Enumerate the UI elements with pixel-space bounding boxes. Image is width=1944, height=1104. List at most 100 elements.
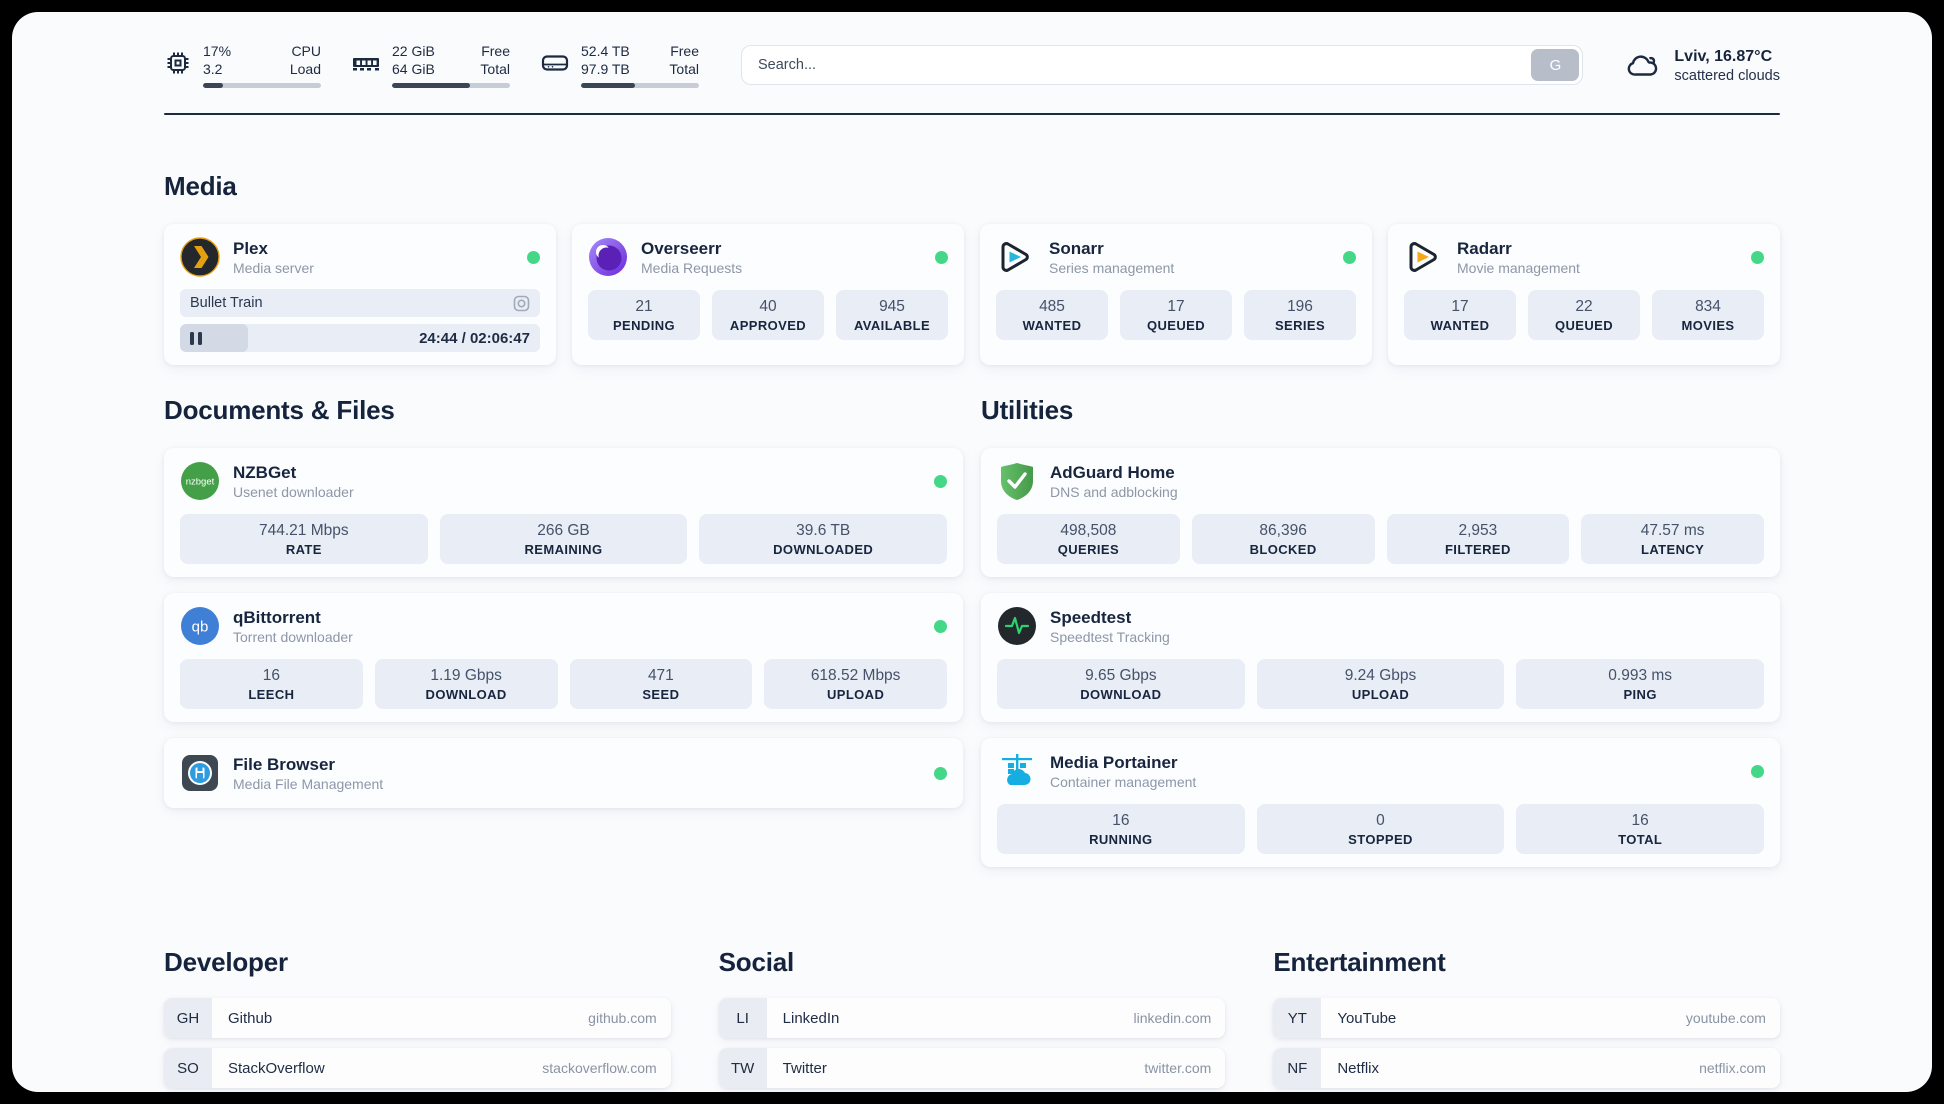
app-subtitle: Series management (1049, 259, 1175, 276)
app-name: Plex (233, 239, 268, 259)
storage-free-value: 52.4 TB (581, 42, 630, 59)
nzbget-card[interactable]: nzbget NZBGet Usenet downloader 744.21 M… (164, 448, 963, 577)
stat-pill: 0 STOPPED (1256, 804, 1505, 854)
sonarr-icon (996, 237, 1036, 277)
cpu-load-value: 3.2 (203, 61, 223, 77)
playback-time: 24:44 / 02:06:47 (419, 329, 530, 347)
app-name: NZBGet (233, 463, 297, 483)
documents-section-title: Documents & Files (164, 395, 395, 425)
status-online-dot (1751, 764, 1764, 778)
storage-free-label: Free (670, 42, 699, 59)
status-online-dot (1343, 250, 1356, 264)
stat-pill: 744.21 Mbps RATE (180, 514, 428, 564)
stat-pill: 22 QUEUED (1528, 290, 1640, 340)
sonarr-card[interactable]: Sonarr Series management 485 WANTED 17 Q… (980, 224, 1372, 365)
app-name: AdGuard Home (1050, 463, 1175, 483)
adguard-card[interactable]: AdGuard Home DNS and adblocking 498,508 … (981, 448, 1780, 577)
stat-pill: 485 WANTED (996, 290, 1108, 340)
developer-links-section: Developer GH Github github.com SO StackO… (164, 947, 671, 1092)
entertainment-section-title: Entertainment (1273, 947, 1446, 977)
pause-icon[interactable] (190, 331, 202, 345)
twitter-badge: TW (718, 1048, 767, 1088)
link-youtube[interactable]: YT YouTube youtube.com (1273, 998, 1780, 1038)
status-online-dot (935, 250, 948, 264)
plex-icon (180, 237, 220, 277)
search-engine-button[interactable]: G (1531, 49, 1580, 81)
stat-pill: 16 RUNNING (997, 804, 1245, 854)
app-subtitle: Speedtest Tracking (1050, 628, 1170, 645)
nzbget-icon: nzbget (180, 461, 220, 501)
ram-progress-bar (392, 83, 510, 89)
status-online-dot (934, 619, 947, 633)
now-playing-row: Bullet Train (180, 289, 540, 317)
stat-pill: 40 APPROVED (712, 290, 824, 340)
file-browser-card[interactable]: File Browser Media File Management (164, 738, 963, 808)
qbittorrent-icon: qb (180, 606, 220, 646)
dashboard-page: 17% 3.2 CPU Load 22 GiB 64 GiB Free Tota… (12, 12, 1932, 1092)
stat-pill: 9.24 Gbps UPLOAD (1256, 659, 1505, 709)
link-linkedin[interactable]: LI LinkedIn linkedin.com (718, 998, 1226, 1038)
stat-pill: 498,508 QUERIES (997, 514, 1180, 564)
overseerr-icon (588, 237, 628, 277)
search-bar: G (741, 45, 1584, 85)
ram-free-value: 22 GiB (392, 42, 435, 59)
stat-pill: 16 LEECH (180, 659, 363, 709)
link-twitter[interactable]: TW Twitter twitter.com (718, 1048, 1226, 1088)
stat-pill: 618.52 Mbps UPLOAD (764, 659, 947, 709)
now-playing-title: Bullet Train (190, 295, 263, 311)
hard-drive-icon (540, 49, 570, 77)
utilities-column: Utilities AdGuard Home DNS and adblockin… (981, 395, 1780, 883)
plex-card[interactable]: Plex Media server Bullet Train 24:44 / 0… (164, 224, 556, 365)
link-github[interactable]: GH Github github.com (164, 998, 671, 1038)
app-subtitle: Media File Management (233, 775, 384, 792)
app-subtitle: Movie management (1457, 259, 1580, 276)
cpu-usage-value: 17% (203, 42, 232, 59)
memory-icon (351, 49, 381, 77)
stat-pill: 196 SERIES (1244, 290, 1356, 340)
status-online-dot (527, 250, 540, 264)
top-bar: 17% 3.2 CPU Load 22 GiB 64 GiB Free Tota… (164, 38, 1780, 92)
stat-pill: 471 SEED (569, 659, 753, 709)
header-divider (164, 113, 1780, 115)
svg-text:nzbget: nzbget (186, 477, 215, 488)
storage-total-label: Total (669, 61, 699, 77)
weather-location-temp: Lviv, 16.87°C (1674, 48, 1773, 66)
link-stackoverflow[interactable]: SO StackOverflow stackoverflow.com (164, 1048, 671, 1088)
social-links-section: Social LI LinkedIn linkedin.com TW Twitt… (718, 947, 1226, 1092)
cpu-progress-bar (203, 83, 321, 89)
app-name: qBittorrent (233, 608, 321, 628)
stat-pill: 834 MOVIES (1652, 290, 1764, 340)
ram-free-label: Free (481, 42, 510, 59)
weather-widget[interactable]: Lviv, 16.87°C scattered clouds (1625, 46, 1780, 84)
status-online-dot (934, 766, 947, 780)
playback-progress-bar[interactable]: 24:44 / 02:06:47 (180, 324, 540, 352)
speedtest-card[interactable]: Speedtest Speedtest Tracking 9.65 Gbps D… (981, 593, 1780, 722)
svg-text:qb: qb (192, 619, 209, 636)
search-input[interactable] (741, 45, 1584, 85)
app-subtitle: Media Requests (641, 259, 743, 276)
stat-pill: 21 PENDING (588, 290, 700, 340)
radarr-card[interactable]: Radarr Movie management 17 WANTED 22 QUE… (1388, 224, 1780, 365)
ram-stat: 22 GiB 64 GiB Free Total (351, 42, 510, 89)
cpu-label: CPU (291, 42, 321, 59)
stat-pill: 266 GB REMAINING (439, 514, 688, 564)
app-subtitle: Media server (233, 259, 314, 276)
radarr-icon (1404, 237, 1444, 277)
overseerr-card[interactable]: Overseerr Media Requests 21 PENDING 40 A… (572, 224, 964, 365)
status-online-dot (934, 474, 947, 488)
cpu-icon (164, 49, 192, 77)
stackoverflow-badge: SO (164, 1048, 212, 1088)
app-name: Speedtest (1050, 608, 1132, 628)
stat-pill: 0.993 ms PING (1516, 659, 1764, 709)
status-online-dot (1751, 250, 1764, 264)
qbittorrent-card[interactable]: qb qBittorrent Torrent downloader 16 LEE… (164, 593, 963, 722)
weather-condition: scattered clouds (1674, 67, 1780, 84)
portainer-card[interactable]: Media Portainer Container management 16 … (981, 738, 1780, 867)
link-netflix[interactable]: NF Netflix netflix.com (1273, 1048, 1780, 1088)
app-name: Radarr (1457, 239, 1512, 259)
app-name: Sonarr (1049, 239, 1104, 259)
stat-pill: 39.6 TB DOWNLOADED (699, 514, 947, 564)
developer-section-title: Developer (164, 947, 288, 977)
stat-pill: 2,953 FILTERED (1386, 514, 1570, 564)
storage-total-value: 97.9 TB (581, 61, 630, 77)
